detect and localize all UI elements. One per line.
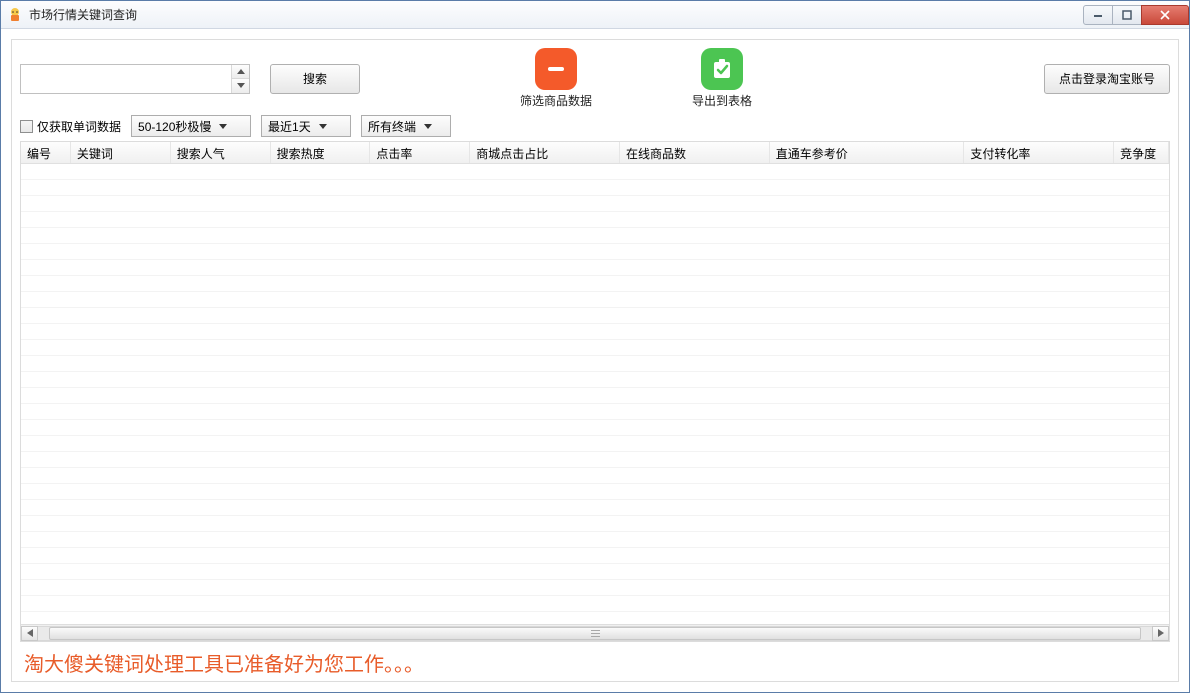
keyword-spinbox[interactable] [20, 64, 250, 94]
chevron-down-icon [215, 117, 231, 135]
range-select[interactable]: 最近1天 [261, 115, 351, 137]
close-button[interactable] [1141, 5, 1189, 25]
table-row [21, 452, 1169, 468]
table-row [21, 276, 1169, 292]
grip-icon [591, 630, 600, 637]
table-row [21, 436, 1169, 452]
column-header[interactable]: 搜索人气 [171, 142, 271, 163]
table-row [21, 420, 1169, 436]
column-header[interactable]: 点击率 [370, 142, 470, 163]
table-row [21, 260, 1169, 276]
filter-icon [535, 48, 577, 90]
table-row [21, 196, 1169, 212]
table-row [21, 164, 1169, 180]
speed-select-value: 50-120秒极慢 [138, 118, 211, 135]
filter-action[interactable]: 筛选商品数据 [520, 48, 592, 109]
search-button[interactable]: 搜索 [270, 64, 360, 94]
filter-label: 筛选商品数据 [520, 92, 592, 109]
table-row [21, 212, 1169, 228]
titlebar: 市场行情关键词查询 [1, 1, 1189, 29]
export-label: 导出到表格 [692, 92, 752, 109]
column-header[interactable]: 在线商品数 [620, 142, 770, 163]
table-row [21, 292, 1169, 308]
table-row [21, 308, 1169, 324]
scroll-left-button[interactable] [21, 626, 38, 641]
table-row [21, 468, 1169, 484]
titlebar-left: 市场行情关键词查询 [7, 6, 137, 23]
table-row [21, 612, 1169, 624]
status-text: 淘大傻关键词处理工具已准备好为您工作。。。 [20, 648, 1170, 677]
scroll-right-button[interactable] [1152, 626, 1169, 641]
content-area: 搜索 筛选商品数据 导出到表格 点击登录淘宝账号 [1, 29, 1189, 692]
spin-buttons [231, 65, 249, 93]
export-icon [701, 48, 743, 90]
table-row [21, 340, 1169, 356]
window-title: 市场行情关键词查询 [29, 6, 137, 23]
column-header[interactable]: 直通车参考价 [770, 142, 965, 163]
table-row [21, 548, 1169, 564]
column-header[interactable]: 编号 [21, 142, 71, 163]
app-window: 市场行情关键词查询 [0, 0, 1190, 693]
table-row [21, 356, 1169, 372]
inner-panel: 搜索 筛选商品数据 导出到表格 点击登录淘宝账号 [11, 39, 1179, 682]
export-action[interactable]: 导出到表格 [692, 48, 752, 109]
scroll-thumb[interactable] [49, 627, 1141, 640]
table-row [21, 180, 1169, 196]
horizontal-scrollbar[interactable] [21, 624, 1169, 641]
spin-up-button[interactable] [232, 65, 249, 80]
table-row [21, 500, 1169, 516]
column-header[interactable]: 竞争度 [1114, 142, 1169, 163]
chevron-down-icon [315, 117, 331, 135]
table-row [21, 372, 1169, 388]
results-table: 编号关键词搜索人气搜索热度点击率商城点击占比在线商品数直通车参考价支付转化率竞争… [20, 141, 1170, 642]
table-row [21, 532, 1169, 548]
column-header[interactable]: 商城点击占比 [470, 142, 620, 163]
toolbar-row-2: 仅获取单词数据 50-120秒极慢 最近1天 所有终端 [20, 115, 1170, 137]
range-select-value: 最近1天 [268, 118, 311, 135]
column-header[interactable]: 支付转化率 [964, 142, 1114, 163]
column-header[interactable]: 搜索热度 [271, 142, 371, 163]
minimize-button[interactable] [1083, 5, 1113, 25]
login-button[interactable]: 点击登录淘宝账号 [1044, 64, 1170, 94]
table-header-row: 编号关键词搜索人气搜索热度点击率商城点击占比在线商品数直通车参考价支付转化率竞争… [21, 142, 1169, 164]
keyword-input[interactable] [21, 65, 231, 93]
scroll-track[interactable] [38, 626, 1152, 641]
app-icon [7, 7, 23, 23]
terminal-select[interactable]: 所有终端 [361, 115, 451, 137]
table-row [21, 516, 1169, 532]
maximize-button[interactable] [1112, 5, 1142, 25]
table-row [21, 404, 1169, 420]
table-row [21, 244, 1169, 260]
chevron-down-icon [420, 117, 436, 135]
only-single-checkbox-wrap: 仅获取单词数据 [20, 118, 121, 135]
table-row [21, 388, 1169, 404]
table-row [21, 324, 1169, 340]
speed-select[interactable]: 50-120秒极慢 [131, 115, 251, 137]
window-controls [1084, 5, 1189, 25]
terminal-select-value: 所有终端 [368, 118, 416, 135]
table-row [21, 484, 1169, 500]
table-row [21, 228, 1169, 244]
table-body [21, 164, 1169, 624]
only-single-checkbox[interactable] [20, 120, 33, 133]
toolbar-row-1: 搜索 筛选商品数据 导出到表格 点击登录淘宝账号 [20, 48, 1170, 109]
spin-down-button[interactable] [232, 79, 249, 93]
table-row [21, 580, 1169, 596]
only-single-label: 仅获取单词数据 [37, 118, 121, 135]
table-row [21, 564, 1169, 580]
column-header[interactable]: 关键词 [71, 142, 171, 163]
table-row [21, 596, 1169, 612]
